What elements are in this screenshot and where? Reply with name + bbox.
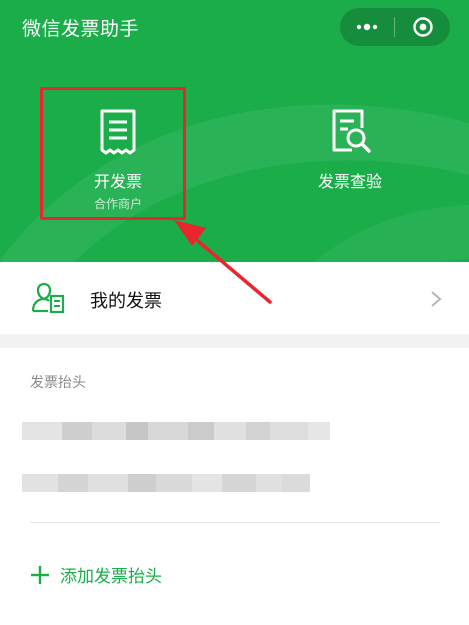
verify-invoice-tile[interactable]: 发票查验 <box>280 100 420 220</box>
more-dots-icon <box>356 23 378 31</box>
issue-invoice-sublabel: 合作商户 <box>93 197 142 211</box>
app-title: 微信发票助手 <box>22 18 140 40</box>
invoice-title-item-redacted[interactable] <box>22 422 330 440</box>
issue-invoice-label: 开发票 <box>93 172 142 191</box>
person-invoice-icon <box>31 282 65 314</box>
close-button[interactable] <box>395 8 450 46</box>
add-invoice-title-label: 添加发票抬头 <box>60 567 162 587</box>
invoice-document-icon <box>100 109 136 155</box>
section-gap <box>0 334 469 348</box>
more-button[interactable] <box>340 8 394 46</box>
mini-program-capsule <box>340 8 450 46</box>
chevron-right-icon <box>431 291 442 307</box>
my-invoices-label: 我的发票 <box>90 291 162 312</box>
header-banner: 微信发票助手 开发票 合作商户 发票查验 <box>0 0 469 262</box>
verify-invoice-label: 发票查验 <box>317 172 382 191</box>
issue-invoice-tile[interactable]: 开发票 合作商户 <box>48 100 188 220</box>
add-invoice-title-button[interactable]: 添加发票抬头 <box>30 562 162 587</box>
invoice-title-item-redacted[interactable] <box>22 474 310 492</box>
my-invoices-row[interactable]: 我的发票 <box>0 262 469 334</box>
invoice-search-icon <box>332 109 371 153</box>
divider <box>30 522 440 523</box>
plus-icon <box>31 565 49 584</box>
invoice-titles-section: 发票抬头 添加发票抬头 <box>0 348 469 625</box>
target-close-icon <box>412 17 433 37</box>
invoice-titles-heading: 发票抬头 <box>30 375 86 391</box>
